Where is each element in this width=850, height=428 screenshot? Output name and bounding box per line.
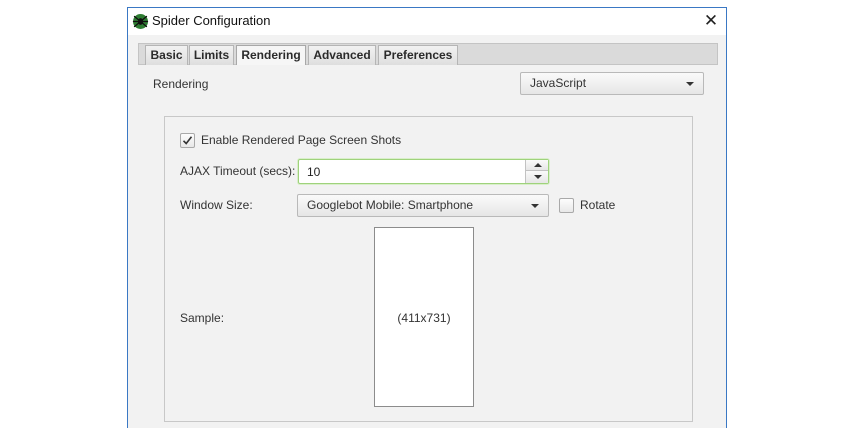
- window-size-label: Window Size:: [180, 198, 253, 212]
- sample-dimensions: (411x731): [397, 311, 451, 325]
- enable-screenshots-checkbox[interactable]: [180, 133, 195, 148]
- chevron-down-icon: [686, 82, 694, 86]
- spin-up-button[interactable]: [525, 160, 548, 171]
- spider-icon: [132, 14, 149, 29]
- rendering-dropdown[interactable]: JavaScript: [520, 72, 704, 95]
- ajax-timeout-spinner: [298, 159, 549, 184]
- sample-preview: (411x731): [374, 227, 474, 407]
- tab-basic[interactable]: Basic: [145, 45, 188, 65]
- tab-preferences[interactable]: Preferences: [378, 45, 458, 65]
- chevron-down-icon: [531, 204, 539, 208]
- window-title: Spider Configuration: [152, 13, 271, 28]
- close-button[interactable]: ✕: [696, 8, 726, 35]
- close-icon: ✕: [703, 11, 719, 30]
- rendering-selected-value: JavaScript: [530, 76, 587, 90]
- rendering-label: Rendering: [153, 77, 209, 91]
- checkmark-icon: [182, 136, 193, 145]
- rotate-label: Rotate: [580, 198, 616, 212]
- tab-rendering[interactable]: Rendering: [236, 45, 306, 65]
- window-size-selected-value: Googlebot Mobile: Smartphone: [307, 198, 474, 212]
- title-bar: Spider Configuration ✕: [128, 8, 726, 35]
- ajax-timeout-input[interactable]: [299, 160, 521, 183]
- tab-bar: Basic Limits Rendering Advanced Preferen…: [138, 43, 718, 65]
- ajax-timeout-label: AJAX Timeout (secs):: [180, 164, 296, 178]
- spider-configuration-window: Spider Configuration ✕ Basic Limits Rend…: [127, 7, 727, 428]
- spin-down-button[interactable]: [525, 171, 548, 183]
- arrow-up-icon: [534, 163, 542, 167]
- enable-screenshots-label: Enable Rendered Page Screen Shots: [201, 133, 402, 147]
- sample-label: Sample:: [180, 311, 225, 325]
- arrow-down-icon: [534, 175, 542, 179]
- rotate-checkbox[interactable]: [559, 198, 574, 213]
- window-size-dropdown[interactable]: Googlebot Mobile: Smartphone: [297, 194, 549, 217]
- tab-limits[interactable]: Limits: [189, 45, 234, 65]
- tab-advanced[interactable]: Advanced: [308, 45, 376, 65]
